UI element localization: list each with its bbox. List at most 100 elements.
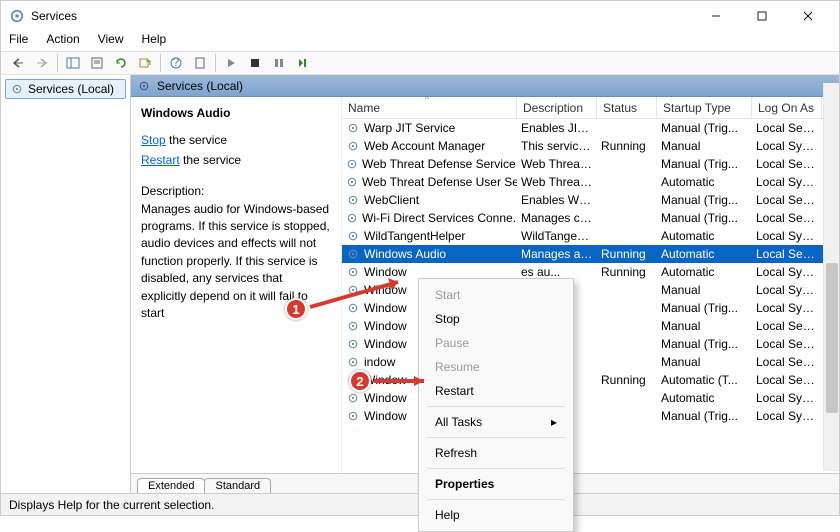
cell-startup: Manual (Trig... <box>657 211 752 225</box>
cell-name: Web Threat Defense Service <box>362 157 516 171</box>
ctx-start: Start <box>419 283 573 307</box>
table-row[interactable]: Web Threat Defense ServiceWeb Threat ...… <box>342 155 839 173</box>
panel-header-label: Services (Local) <box>157 79 243 93</box>
refresh-button[interactable] <box>110 53 132 73</box>
gear-icon <box>10 82 24 96</box>
vertical-scrollbar[interactable] <box>823 83 839 471</box>
cell-startup: Automatic <box>657 229 752 243</box>
help-button[interactable]: ? <box>165 53 187 73</box>
col-startup[interactable]: Startup Type <box>657 97 752 118</box>
menu-file[interactable]: File <box>9 32 28 46</box>
menu-view[interactable]: View <box>98 32 124 46</box>
gear-icon <box>346 409 360 423</box>
table-row[interactable]: Warp JIT ServiceEnables JIT ...Manual (T… <box>342 119 839 137</box>
cell-name: Window <box>364 319 407 333</box>
tab-standard[interactable]: Standard <box>204 478 271 493</box>
cell-name: Windows Audio <box>364 247 446 261</box>
menu-action[interactable]: Action <box>46 32 79 46</box>
context-menu: Start Stop Pause Resume Restart All Task… <box>418 278 574 532</box>
export-button[interactable] <box>134 53 156 73</box>
stop-service-button[interactable] <box>244 53 266 73</box>
table-row[interactable]: Windowauto...RunningAutomatic (T...Local… <box>342 371 839 389</box>
cell-startup: Automatic <box>657 247 752 261</box>
cell-logon: Local Servi... <box>752 319 822 333</box>
annotation-2: 2 <box>349 370 371 392</box>
cell-logon: Local Servi... <box>752 157 822 171</box>
cell-name: WildTangentHelper <box>364 229 465 243</box>
cell-desc: WildTangen... <box>517 229 597 243</box>
table-row[interactable]: Windowes au...RunningAutomaticLocal Syst… <box>342 263 839 281</box>
table-row[interactable]: Windowws D...AutomaticLocal Syste... <box>342 389 839 407</box>
table-row[interactable]: Web Threat Defense User Se...Web Threat … <box>342 173 839 191</box>
table-row[interactable]: Windowdow...Manual (Trig...Local Syste..… <box>342 299 839 317</box>
cell-logon: Local Servi... <box>752 121 822 135</box>
cell-name: Web Account Manager <box>364 139 485 153</box>
ctx-stop[interactable]: Stop <box>419 307 573 331</box>
cell-logon: Local Syste... <box>752 391 822 405</box>
tab-extended[interactable]: Extended <box>137 478 205 493</box>
scrollbar-thumb[interactable] <box>826 263 838 413</box>
stop-link[interactable]: Stop <box>141 133 166 147</box>
column-headers: Name Description Status Startup Type Log… <box>342 97 839 119</box>
table-row[interactable]: Wi-Fi Direct Services Conne...Manages co… <box>342 209 839 227</box>
table-row[interactable]: Web Account ManagerThis service ...Runni… <box>342 137 839 155</box>
table-row[interactable]: WebClientEnables Win...Manual (Trig...Lo… <box>342 191 839 209</box>
pause-service-button[interactable] <box>268 53 290 73</box>
cell-name: Window <box>364 301 407 315</box>
cell-desc: Enables JIT ... <box>517 121 597 135</box>
tree-item-services-local[interactable]: Services (Local) <box>5 79 126 99</box>
close-button[interactable] <box>785 1 831 31</box>
menu-help[interactable]: Help <box>142 32 167 46</box>
gear-icon <box>346 193 360 207</box>
tree-item-label: Services (Local) <box>28 82 114 96</box>
col-description[interactable]: Description <box>517 97 597 118</box>
cell-desc: This service ... <box>517 139 597 153</box>
ctx-help[interactable]: Help <box>419 503 573 527</box>
show-hide-tree-button[interactable] <box>62 53 84 73</box>
col-logon[interactable]: Log On As <box>752 97 822 118</box>
gear-icon <box>346 247 360 261</box>
gear-icon <box>137 79 151 93</box>
forward-button[interactable] <box>31 53 53 73</box>
table-row[interactable]: Windowors th...Manual (Trig...Local Serv… <box>342 335 839 353</box>
restart-link[interactable]: Restart <box>141 153 180 167</box>
table-row[interactable]: Windows AudioManages au...RunningAutomat… <box>342 245 839 263</box>
cell-startup: Automatic <box>657 175 752 189</box>
table-row[interactable]: Windowes Wi...ManualLocal Syste... <box>342 281 839 299</box>
table-row[interactable]: Windows mul...ManualLocal Servi... <box>342 317 839 335</box>
cell-name: WebClient <box>364 193 419 207</box>
gear-icon <box>346 283 360 297</box>
col-status[interactable]: Status <box>597 97 657 118</box>
cell-desc: Web Threat ... <box>517 157 597 171</box>
toolbar: ? <box>1 51 839 75</box>
cell-logon: Local Syste... <box>752 301 822 315</box>
maximize-button[interactable] <box>739 1 785 31</box>
cell-logon: Local Servi... <box>752 211 822 225</box>
back-button[interactable] <box>7 53 29 73</box>
table-row[interactable]: WildTangentHelperWildTangen...AutomaticL… <box>342 227 839 245</box>
properties-button[interactable] <box>86 53 108 73</box>
cell-logon: Local Servi... <box>752 373 822 387</box>
cell-name: Window <box>364 337 407 351</box>
cell-startup: Manual (Trig... <box>657 301 752 315</box>
titlebar: Services <box>1 1 839 31</box>
cell-startup: Manual (Trig... <box>657 337 752 351</box>
col-name[interactable]: Name <box>342 97 517 118</box>
cell-logon: Local Syste... <box>752 265 822 279</box>
gear-icon <box>346 319 360 333</box>
cell-logon: Local Servi... <box>752 193 822 207</box>
ctx-refresh[interactable]: Refresh <box>419 441 573 465</box>
restart-service-button[interactable] <box>292 53 314 73</box>
properties2-button[interactable] <box>189 53 211 73</box>
ctx-restart[interactable]: Restart <box>419 379 573 403</box>
ctx-properties[interactable]: Properties <box>419 472 573 496</box>
cell-startup: Manual (Trig... <box>657 193 752 207</box>
cell-startup: Automatic (T... <box>657 373 752 387</box>
cell-desc: Web Threat ... <box>517 175 597 189</box>
table-row[interactable]: Windowws E...Manual (Trig...Local Syste.… <box>342 407 839 425</box>
service-list: Name Description Status Startup Type Log… <box>341 97 839 473</box>
ctx-all-tasks[interactable]: All Tasks▸ <box>419 410 573 434</box>
table-row[interactable]: indowSVC n...ManualLocal Servi... <box>342 353 839 371</box>
start-service-button[interactable] <box>220 53 242 73</box>
minimize-button[interactable] <box>693 1 739 31</box>
